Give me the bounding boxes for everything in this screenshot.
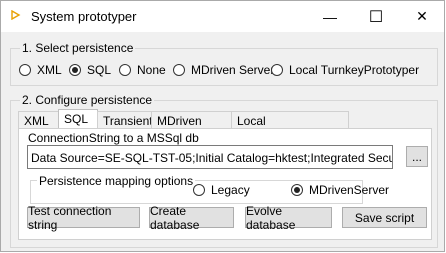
radio-circle[interactable] bbox=[19, 64, 31, 76]
radio-mdrivenserver-mapping[interactable]: MDrivenServer bbox=[291, 183, 389, 197]
close-button[interactable]: ✕ bbox=[399, 1, 445, 32]
radio-circle[interactable] bbox=[69, 64, 81, 76]
radio-xml[interactable]: XML bbox=[19, 63, 62, 77]
radio-none[interactable]: None bbox=[119, 63, 166, 77]
arrow-icon bbox=[11, 10, 21, 20]
radio-label: MDrivenServer bbox=[309, 183, 390, 197]
tab-mdriven-server[interactable]: MDriven Server bbox=[151, 111, 232, 146]
evolve-database-button[interactable]: Evolve database bbox=[245, 204, 332, 232]
tab-sql[interactable]: SQL bbox=[58, 109, 98, 129]
configure-persistence-label: 2. Configure persistence bbox=[20, 93, 155, 107]
radio-local-turnkey[interactable]: Local TurnkeyPrototyper bbox=[271, 63, 419, 77]
radio-circle[interactable] bbox=[271, 64, 283, 76]
window-title: System prototyper bbox=[31, 9, 137, 24]
system-prototyper-window: System prototyper — ☐ ✕ 1. Select persis… bbox=[0, 0, 445, 252]
maximize-button[interactable]: ☐ bbox=[353, 1, 399, 32]
button-label: Evolve database bbox=[246, 203, 296, 232]
radio-circle[interactable] bbox=[291, 184, 303, 196]
tab-label: XML bbox=[24, 114, 49, 128]
button-label: Test connection string bbox=[28, 203, 112, 232]
mapping-options-label: Persistence mapping options bbox=[37, 174, 196, 188]
browse-button[interactable]: ... bbox=[406, 146, 428, 167]
radio-sql[interactable]: SQL bbox=[69, 63, 111, 77]
radio-label: SQL bbox=[87, 63, 112, 77]
select-persistence-label: 1. Select persistence bbox=[20, 41, 136, 55]
radio-circle[interactable] bbox=[119, 64, 131, 76]
close-icon: ✕ bbox=[416, 8, 428, 24]
radio-label: Local TurnkeyPrototyper bbox=[289, 63, 420, 77]
test-connection-button[interactable]: Test connection string bbox=[27, 204, 140, 232]
radio-label: Legacy bbox=[211, 183, 250, 197]
title-bar[interactable]: System prototyper — ☐ ✕ bbox=[1, 1, 444, 32]
tab-xml[interactable]: XML bbox=[18, 111, 59, 129]
button-label: Create database bbox=[150, 203, 200, 232]
button-label: Save script bbox=[354, 210, 415, 225]
radio-legacy[interactable]: Legacy bbox=[193, 183, 250, 197]
save-script-button[interactable]: Save script bbox=[342, 207, 427, 228]
radio-label: None bbox=[137, 63, 166, 77]
browse-label: ... bbox=[411, 149, 422, 164]
radio-label: XML bbox=[37, 63, 62, 77]
connection-string-label: ConnectionString to a MSSql db bbox=[28, 131, 199, 145]
tab-label: SQL bbox=[64, 112, 89, 126]
tab-label: Transient bbox=[103, 114, 153, 128]
maximize-icon: ☐ bbox=[368, 8, 384, 26]
radio-label: MDriven Server bbox=[191, 63, 275, 77]
radio-mdriven-server[interactable]: MDriven Server bbox=[173, 63, 274, 77]
connection-string-input[interactable]: Data Source=SE-SQL-TST-05;Initial Catalo… bbox=[27, 145, 393, 169]
tab-local-turnkey[interactable]: Local TurnkeyPrototyper bbox=[231, 111, 349, 146]
tab-transient[interactable]: Transient bbox=[97, 111, 153, 129]
radio-circle[interactable] bbox=[173, 64, 185, 76]
create-database-button[interactable]: Create database bbox=[149, 204, 234, 232]
connection-string-value: Data Source=SE-SQL-TST-05;Initial Catalo… bbox=[31, 151, 392, 165]
radio-circle[interactable] bbox=[193, 184, 205, 196]
minimize-icon: — bbox=[323, 8, 337, 25]
minimize-button[interactable]: — bbox=[307, 1, 353, 32]
